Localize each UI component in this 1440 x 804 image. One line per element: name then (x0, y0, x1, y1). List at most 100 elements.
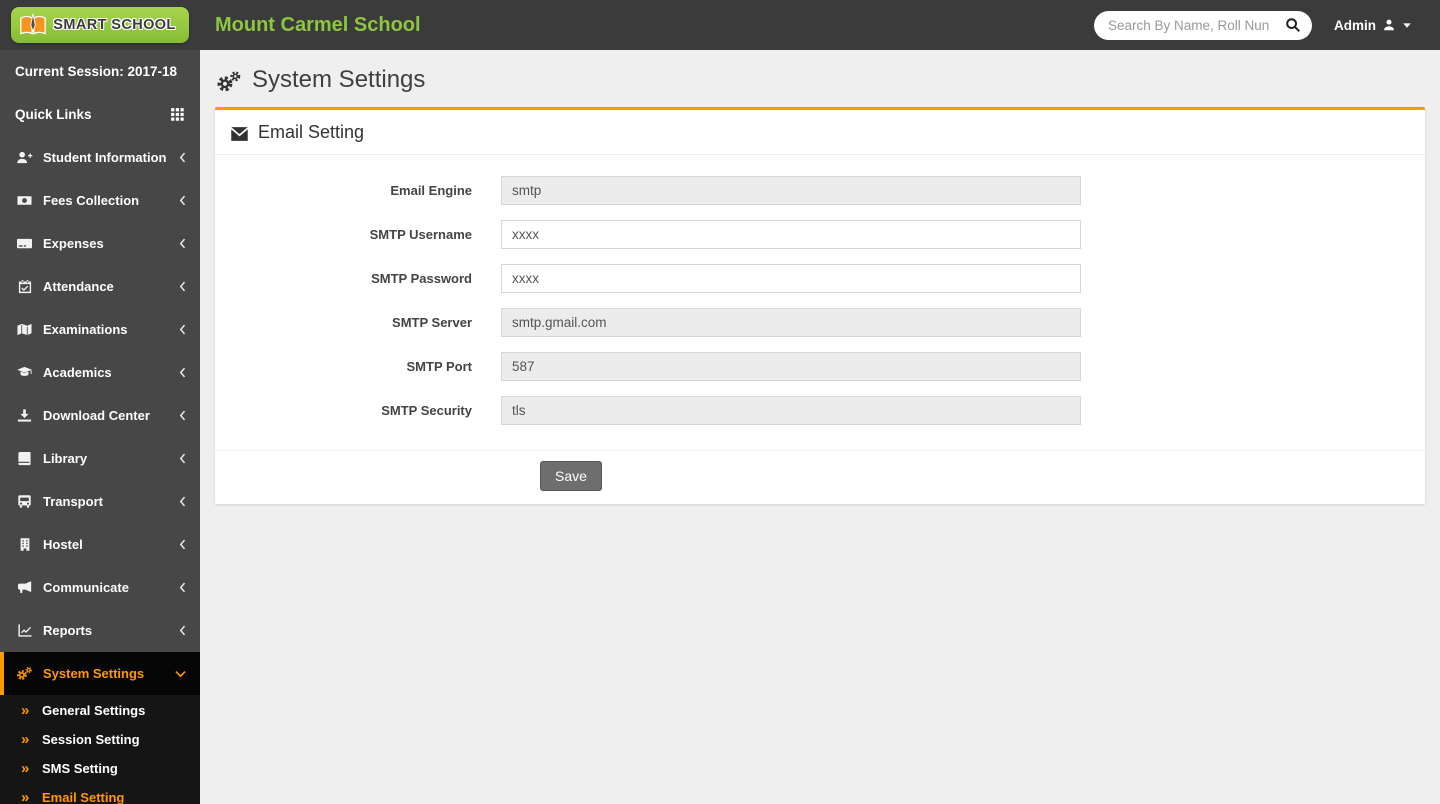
sidebar-item-label: Expenses (43, 236, 104, 251)
sidebar-subitem-general-settings[interactable]: » General Settings (0, 696, 200, 725)
admin-label: Admin (1334, 17, 1376, 33)
sidebar-item-hostel[interactable]: Hostel (0, 523, 200, 566)
sidebar-item-attendance[interactable]: Attendance (0, 265, 200, 308)
sidebar-subitem-email-setting[interactable]: » Email Setting (0, 783, 200, 804)
field-label: SMTP Password (371, 271, 472, 286)
field-label: SMTP Server (392, 315, 472, 330)
sidebar-item-label: Communicate (43, 580, 129, 595)
card-title-text: Email Setting (258, 122, 365, 142)
envelope-icon (230, 126, 249, 142)
page-title-text: System Settings (252, 66, 426, 93)
sidebar-item-label: Examinations (43, 322, 128, 337)
chevron-down-icon (175, 670, 186, 678)
main-content: System Settings Email Setting Email Engi… (200, 50, 1440, 804)
sidebar-item-library[interactable]: Library (0, 437, 200, 480)
chevron-left-icon (179, 238, 186, 249)
bus-icon (15, 494, 34, 509)
graduation-cap-icon (15, 365, 34, 380)
system-settings-submenu: » General Settings » Session Setting » S… (0, 695, 200, 804)
form-row: SMTP Port (230, 352, 1410, 381)
logo-zone[interactable]: SMART SCHOOL (0, 0, 200, 50)
email-setting-form: Email Engine SMTP Username SMTP Password… (215, 155, 1425, 450)
sidebar-subitem-sms-setting[interactable]: » SMS Setting (0, 754, 200, 783)
chart-line-icon (15, 623, 34, 638)
page-title: System Settings (215, 50, 1425, 107)
sidebar-item-system-settings[interactable]: System Settings (0, 652, 200, 695)
sidebar-item-label: Download Center (43, 408, 150, 423)
sidebar-item-student-information[interactable]: Student Information (0, 136, 200, 179)
sidebar-item-academics[interactable]: Academics (0, 351, 200, 394)
sidebar-item-fees-collection[interactable]: Fees Collection (0, 179, 200, 222)
user-plus-icon (15, 150, 34, 165)
gears-icon (15, 666, 34, 681)
smtp-server-input (501, 308, 1081, 337)
smtp-port-input (501, 352, 1081, 381)
sidebar-item-download-center[interactable]: Download Center (0, 394, 200, 437)
form-row: Email Engine (230, 176, 1410, 205)
building-icon (15, 537, 34, 552)
sidebar-item-label: Library (43, 451, 88, 466)
search-icon[interactable] (1283, 15, 1303, 35)
email-setting-card: Email Setting Email Engine SMTP Username… (215, 107, 1425, 504)
form-row: SMTP Username (230, 220, 1410, 249)
sidebar-item-expenses[interactable]: Expenses (0, 222, 200, 265)
credit-card-icon (15, 236, 34, 251)
subitem-label: General Settings (42, 703, 146, 718)
field-label: SMTP Port (406, 359, 473, 374)
sidebar-item-transport[interactable]: Transport (0, 480, 200, 523)
search-input[interactable] (1108, 17, 1283, 33)
logo-text: SMART SCHOOL (53, 17, 176, 33)
sidebar-subitem-session-setting[interactable]: » Session Setting (0, 725, 200, 754)
chevron-left-icon (179, 324, 186, 335)
book-icon (15, 451, 34, 466)
sidebar: Current Session: 2017-18 Quick Links Stu… (0, 50, 200, 804)
double-angle-right-icon: » (21, 702, 30, 719)
form-row: SMTP Security (230, 396, 1410, 425)
form-row: SMTP Password (230, 264, 1410, 293)
gears-icon (216, 70, 242, 93)
save-button[interactable]: Save (540, 461, 602, 491)
quick-links[interactable]: Quick Links (0, 93, 200, 136)
sidebar-item-label: Hostel (43, 537, 83, 552)
smart-school-logo: SMART SCHOOL (11, 7, 189, 43)
sidebar-item-label: Student Information (43, 150, 167, 165)
chevron-left-icon (179, 582, 186, 593)
chevron-left-icon (179, 410, 186, 421)
chevron-left-icon (179, 539, 186, 550)
admin-menu[interactable]: Admin (1334, 18, 1412, 33)
subitem-label: Email Setting (42, 790, 125, 804)
grid-icon (170, 107, 185, 122)
field-label: Email Engine (390, 183, 472, 198)
card-header: Email Setting (215, 110, 1425, 155)
chevron-left-icon (179, 367, 186, 378)
double-angle-right-icon: » (21, 760, 30, 777)
sidebar-item-examinations[interactable]: Examinations (0, 308, 200, 351)
top-header: SMART SCHOOL Mount Carmel School Admin (0, 0, 1440, 50)
chevron-left-icon (179, 625, 186, 636)
school-name-title: Mount Carmel School (215, 13, 421, 36)
form-row: SMTP Server (230, 308, 1410, 337)
sidebar-item-reports[interactable]: Reports (0, 609, 200, 652)
subitem-label: Session Setting (42, 732, 140, 747)
field-label: SMTP Security (381, 403, 472, 418)
calendar-check-icon (15, 279, 34, 294)
chevron-left-icon (179, 152, 186, 163)
sidebar-item-label: Fees Collection (43, 193, 140, 208)
chevron-left-icon (179, 281, 186, 292)
bullhorn-icon (15, 580, 34, 595)
money-icon (15, 193, 34, 208)
sidebar-item-label: Transport (43, 494, 103, 509)
sidebar-item-communicate[interactable]: Communicate (0, 566, 200, 609)
field-label: SMTP Username (369, 227, 472, 242)
smtp-password-input[interactable] (501, 264, 1081, 293)
map-icon (15, 322, 34, 337)
current-session-label: Current Session: 2017-18 (15, 64, 178, 79)
smtp-username-input[interactable] (501, 220, 1081, 249)
chevron-left-icon (179, 195, 186, 206)
user-icon (1382, 18, 1396, 32)
subitem-label: SMS Setting (42, 761, 118, 776)
caret-down-icon (1402, 20, 1412, 30)
smtp-security-input (501, 396, 1081, 425)
double-angle-right-icon: » (21, 789, 30, 804)
card-footer: Save (215, 450, 1425, 504)
